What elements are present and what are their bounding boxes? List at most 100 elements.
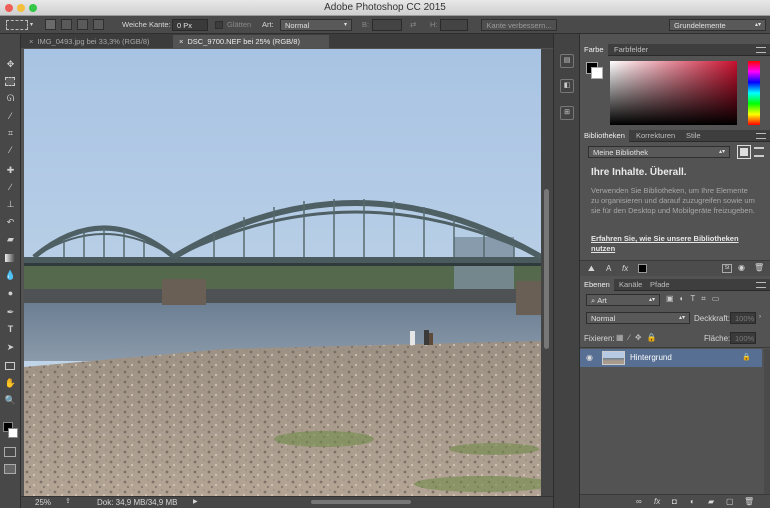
- layer-lock-icon: 🔒: [742, 354, 751, 361]
- height-input[interactable]: [440, 19, 468, 31]
- mask-icon[interactable]: ◘: [672, 497, 677, 506]
- layer-filter-icons[interactable]: ▣◐T⌗▭: [666, 294, 762, 306]
- lock-icons[interactable]: ▦∕✥🔒: [616, 333, 662, 342]
- folder-icon[interactable]: ▰: [708, 497, 714, 506]
- history-brush-icon[interactable]: ↶: [4, 216, 17, 229]
- history-panel-icon[interactable]: ▤: [560, 54, 574, 68]
- tab-ebenen[interactable]: Ebenen: [580, 279, 614, 291]
- hue-slider[interactable]: [748, 61, 760, 125]
- type-tool-icon[interactable]: T: [4, 323, 17, 336]
- zoom-level[interactable]: 25%: [35, 498, 51, 507]
- brush-tool-icon[interactable]: ∕: [4, 181, 17, 194]
- color-field[interactable]: [610, 61, 737, 125]
- swap-icon[interactable]: ⇄: [410, 19, 416, 31]
- panel-menu-icon[interactable]: [756, 133, 766, 139]
- height-label: H:: [430, 20, 438, 29]
- layer-filter-select[interactable]: ⌕ Art ▴▾: [586, 294, 660, 306]
- tab-korrekturen[interactable]: Korrekturen: [632, 130, 679, 142]
- hand-tool-icon[interactable]: ✋: [4, 377, 17, 390]
- lock-label: Fixieren:: [584, 334, 615, 343]
- blend-mode-select[interactable]: Normal ▴▾: [586, 312, 690, 324]
- new-layer-icon[interactable]: ▢: [726, 497, 734, 506]
- vertical-scrollbar[interactable]: [541, 49, 553, 496]
- export-icon[interactable]: ⇪: [65, 497, 71, 505]
- list-view-icon[interactable]: [754, 147, 764, 157]
- subtract-selection-icon[interactable]: [77, 19, 88, 30]
- stock-icon[interactable]: St: [722, 264, 732, 273]
- adjustment-layer-icon[interactable]: ◐: [690, 497, 695, 506]
- libraries-learn-link[interactable]: Erfahren Sie, wie Sie unsere Bibliotheke…: [591, 234, 756, 254]
- properties-panel-icon[interactable]: ◧: [560, 79, 574, 93]
- eye-icon[interactable]: ◉: [586, 353, 593, 362]
- style-select[interactable]: Normal ▾: [280, 19, 352, 31]
- path-selection-icon[interactable]: ➤: [4, 341, 17, 354]
- horizontal-scroll-thumb[interactable]: [311, 500, 411, 504]
- intersect-selection-icon[interactable]: [93, 19, 104, 30]
- document-canvas[interactable]: [24, 49, 541, 496]
- dodge-tool-icon[interactable]: ●: [4, 287, 17, 300]
- feather-input[interactable]: 0 Px: [172, 19, 208, 31]
- move-tool-icon[interactable]: ✥: [4, 58, 17, 71]
- rectangle-tool-icon[interactable]: [5, 362, 15, 370]
- panel-menu-icon[interactable]: [756, 47, 766, 53]
- gradient-tool-icon[interactable]: [5, 254, 15, 262]
- tab-dsc-9700[interactable]: × DSC_9700.NEF bei 25% (RGB/8): [173, 35, 329, 48]
- screen-mode-icon[interactable]: [4, 464, 16, 474]
- marquee-preset-icon[interactable]: [6, 20, 28, 30]
- status-menu-icon[interactable]: ▶: [193, 498, 198, 505]
- tab-img-0493[interactable]: × IMG_0493.jpg bei 33,3% (RGB/8): [23, 35, 173, 48]
- eraser-icon[interactable]: ▰: [4, 233, 17, 246]
- refine-edge-button[interactable]: Kante verbessern...: [481, 19, 557, 31]
- chevron-down-icon[interactable]: ▾: [30, 19, 33, 31]
- tools-panel: ✥ ᘏ ⁄ ⌗ ⁄ ✚ ∕ ⊥ ↶ ▰ 💧 ● ✒ T ➤ ✋ 🔍: [0, 34, 21, 508]
- tab-farbe[interactable]: Farbe: [580, 44, 608, 56]
- opacity-arrow-icon[interactable]: ›: [759, 314, 761, 320]
- quick-mask-icon[interactable]: [4, 447, 16, 457]
- lasso-tool-icon[interactable]: ᘏ: [4, 92, 17, 105]
- opacity-input[interactable]: 100%: [730, 312, 756, 324]
- clone-stamp-icon[interactable]: ⊥: [4, 198, 17, 211]
- width-input[interactable]: [372, 19, 402, 31]
- sync-icon[interactable]: ◉: [738, 263, 745, 272]
- healing-brush-icon[interactable]: ✚: [4, 164, 17, 177]
- libraries-footer: ⛰ A fx St ◉ 🗑: [580, 260, 770, 276]
- add-layer-style-icon[interactable]: fx: [622, 264, 628, 273]
- add-text-icon[interactable]: A: [606, 264, 611, 273]
- eyedropper-icon[interactable]: ⁄: [4, 144, 17, 157]
- new-selection-icon[interactable]: [45, 19, 56, 30]
- crop-tool-icon[interactable]: ⌗: [4, 127, 17, 140]
- antialias-checkbox[interactable]: [215, 21, 223, 29]
- quick-selection-icon[interactable]: ⁄: [4, 110, 17, 123]
- grid-view-icon[interactable]: [737, 145, 751, 159]
- library-select[interactable]: Meine Bibliothek ▴▾: [588, 146, 730, 158]
- pen-tool-icon[interactable]: ✒: [4, 306, 17, 319]
- layers-scrollbar[interactable]: [764, 349, 770, 494]
- add-content-icon[interactable]: ⛰: [588, 264, 595, 274]
- layer-name[interactable]: Hintergrund: [630, 353, 672, 362]
- layer-thumbnail: [602, 351, 625, 365]
- workspace-select[interactable]: Grundelemente ▴▾: [669, 19, 766, 31]
- background-color-swatch[interactable]: [8, 428, 18, 438]
- panel-menu-icon[interactable]: [756, 282, 766, 288]
- width-label: B:: [362, 20, 370, 29]
- add-selection-icon[interactable]: [61, 19, 72, 30]
- tab-farbfelder[interactable]: Farbfelder: [610, 44, 652, 56]
- document-size: Dok: 34,9 MB/34,9 MB: [97, 498, 178, 507]
- scroll-thumb[interactable]: [544, 189, 549, 349]
- zoom-tool-icon[interactable]: 🔍: [4, 394, 17, 407]
- tab-pfade[interactable]: Pfade: [646, 279, 674, 291]
- tab-kanaele[interactable]: Kanäle: [615, 279, 646, 291]
- bg-color-swatch[interactable]: [591, 67, 603, 79]
- add-color-icon[interactable]: [638, 264, 647, 273]
- character-panel-icon[interactable]: ⊞: [560, 106, 574, 120]
- link-layers-icon[interactable]: ∞: [636, 497, 642, 506]
- fx-icon[interactable]: fx: [654, 497, 660, 506]
- delete-layer-icon[interactable]: 🗑: [744, 497, 754, 506]
- tab-bibliotheken[interactable]: Bibliotheken: [580, 130, 629, 142]
- layer-row[interactable]: ◉ Hintergrund 🔒: [580, 349, 762, 367]
- trash-icon[interactable]: 🗑: [754, 263, 764, 272]
- tab-stile[interactable]: Stile: [682, 130, 705, 142]
- fill-input[interactable]: 100%: [730, 332, 756, 344]
- blur-tool-icon[interactable]: 💧: [4, 269, 17, 282]
- marquee-tool-icon[interactable]: [5, 77, 15, 86]
